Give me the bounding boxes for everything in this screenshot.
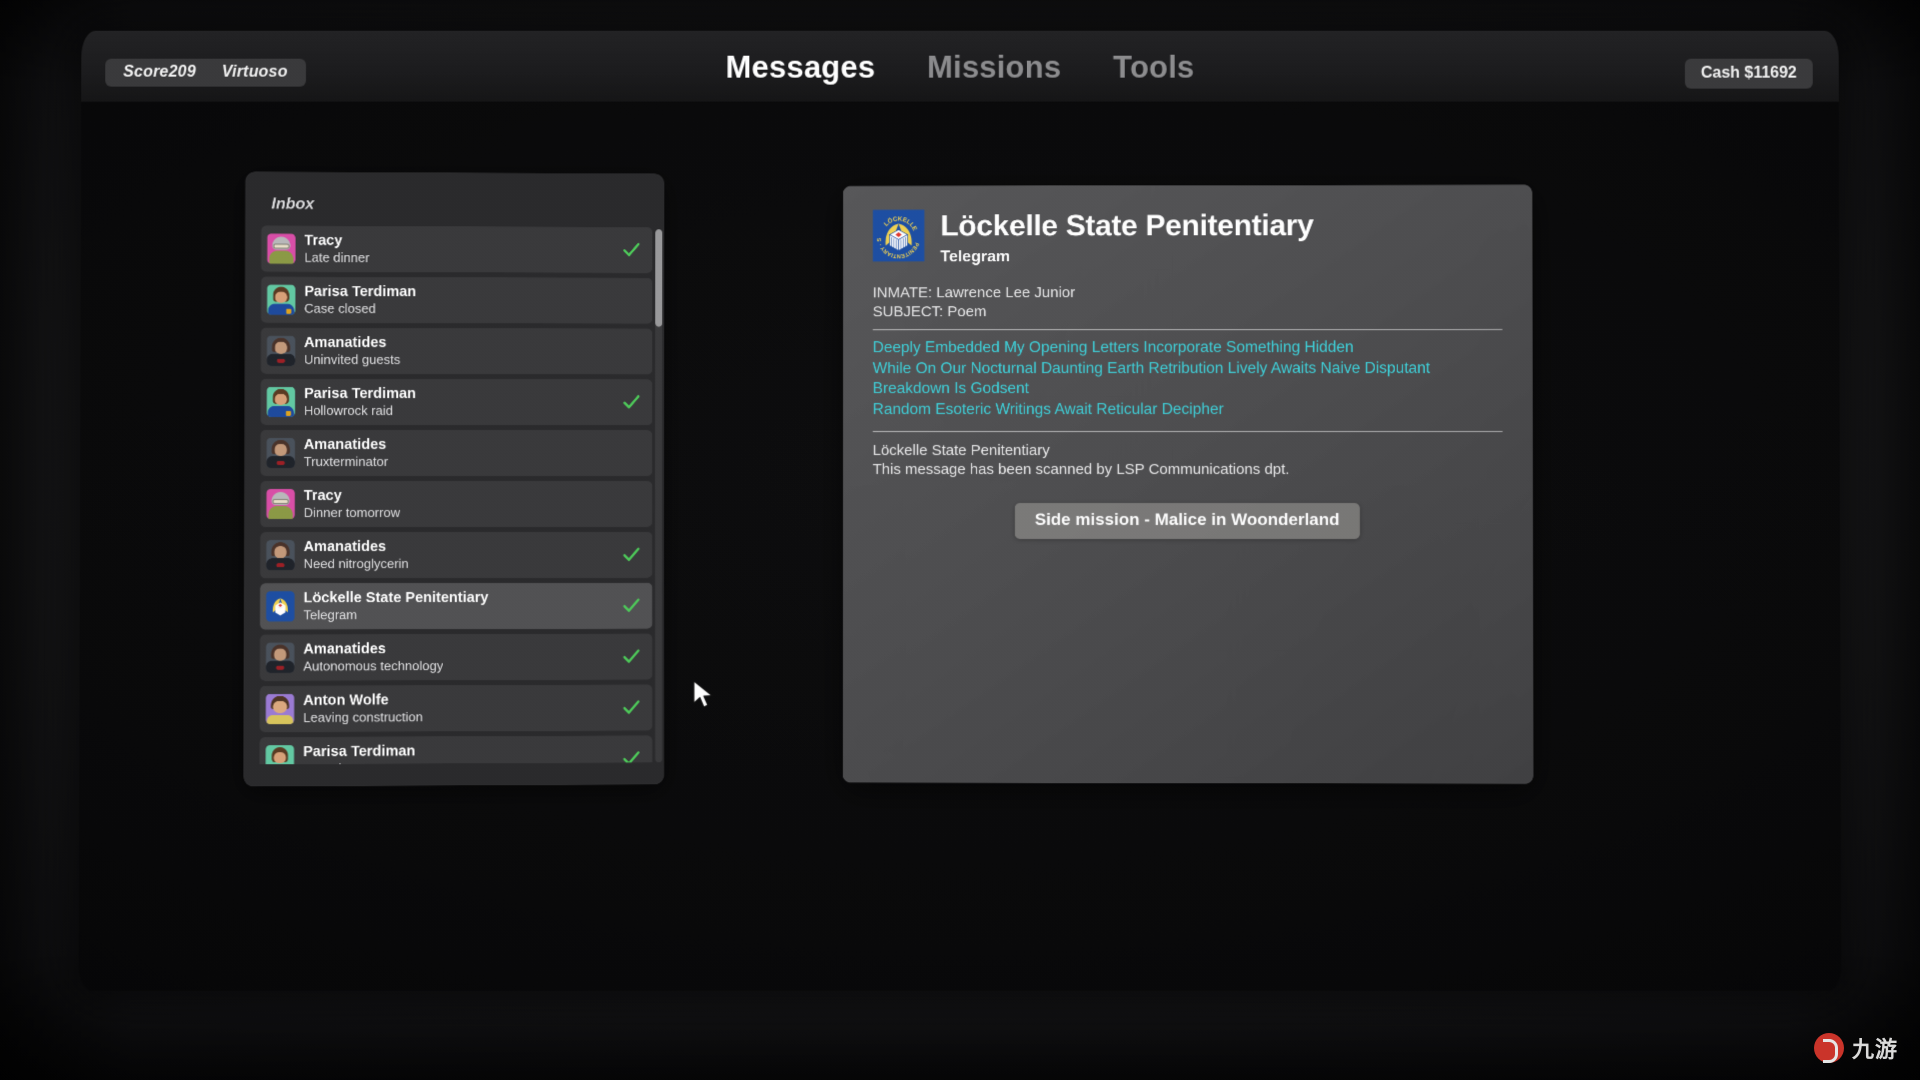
message-sender: Amanatides <box>303 640 386 658</box>
lockelle-penitentiary-logo-icon: LÖCKELLE PENITENTIARY · STATE <box>871 206 925 262</box>
message-kind: Telegram <box>940 248 1011 266</box>
message-text: Amanatides Autonomous technology <box>303 641 443 675</box>
avatar <box>266 540 295 571</box>
avatar <box>266 489 295 520</box>
message-text: Parisa Terdiman Case closed <box>304 283 416 316</box>
tab-tools[interactable]: Tools <box>1113 49 1194 84</box>
message-subject: Need nitroglycerin <box>303 555 409 571</box>
inbox-panel: Inbox Tracy Late dinner Parisa Terdiman Cas… <box>243 171 665 787</box>
message-text: Amanatides Truxterminator <box>304 436 388 469</box>
message-subject: Dinner tomorrow <box>303 504 401 520</box>
message-sender: Löckelle State Penitentiary <box>303 589 489 606</box>
avatar <box>265 745 295 765</box>
subject-line: SUBJECT: Poem <box>872 303 987 321</box>
poem-line: Deeply Embedded My Opening Letters Incor… <box>872 338 1354 357</box>
sender-block: Löckelle State Penitentiary Telegram <box>940 209 1313 266</box>
avatar <box>267 233 296 264</box>
message-list-item[interactable]: Parisa Terdiman Hollowrock raid <box>260 378 653 426</box>
tab-missions[interactable]: Missions <box>927 49 1061 84</box>
message-list-item[interactable]: Tracy Late dinner <box>261 225 653 274</box>
message-list-item[interactable]: Amanatides Autonomous technology <box>259 633 653 681</box>
message-sender: Amanatides <box>303 436 387 453</box>
message-subject: Late dinner <box>304 249 370 265</box>
message-text: Anton Wolfe Leaving construction <box>303 692 423 726</box>
message-sender: Amanatides <box>304 334 387 351</box>
cash-label: Cash $11692 <box>1700 64 1797 82</box>
read-check-icon <box>622 546 640 564</box>
side-mission-button[interactable]: Side mission - Malice in Woonderland <box>1014 502 1360 540</box>
message-sender: Parisa Terdiman <box>303 385 416 402</box>
message-list-item[interactable]: Tracy Dinner tomorrow <box>260 480 653 528</box>
poem-body: Deeply Embedded My Opening Letters Incor… <box>873 338 1507 420</box>
avatar <box>266 386 295 417</box>
avatar <box>265 693 295 725</box>
site-watermark: 九游 <box>1813 1032 1898 1064</box>
message-sender: Amanatides <box>303 538 387 555</box>
message-list: Tracy Late dinner Parisa Terdiman Case clos… <box>259 225 653 765</box>
inbox-scrollbar-thumb[interactable] <box>655 229 663 327</box>
avatar <box>266 591 295 622</box>
lsp-logo-svg: LÖCKELLE PENITENTIARY · STATE <box>871 206 925 262</box>
read-check-icon <box>622 750 641 765</box>
main-nav: Messages Missions Tools <box>81 31 1839 103</box>
tab-messages[interactable]: Messages <box>726 49 876 84</box>
message-sender: Anton Wolfe <box>303 691 389 709</box>
message-list-item[interactable]: Amanatides Uninvited guests <box>260 327 653 375</box>
poem-line: While On Our Nocturnal Daunting Earth Re… <box>872 359 1431 377</box>
message-text: Parisa TerdimanLast piece <box>303 743 415 764</box>
watermark-text: 九游 <box>1851 1037 1898 1062</box>
poem-line: Random Esoteric Writings Await Reticular… <box>872 400 1224 418</box>
message-list-item[interactable]: Löckelle State Penitentiary Telegram <box>260 582 653 630</box>
inbox-title: Inbox <box>271 195 315 213</box>
message-subject: Telegram <box>303 606 358 622</box>
message-sender: Parisa Terdiman <box>303 743 416 760</box>
message-text: Löckelle State Penitentiary Telegram <box>303 589 488 622</box>
message-subject: Uninvited guests <box>304 351 401 367</box>
message-header: LÖCKELLE PENITENTIARY · STATE Löckelle S… <box>871 206 1508 267</box>
message-list-item[interactable]: Parisa Terdiman Case closed <box>260 276 653 324</box>
game-screen: Score209 Virtuoso Messages Missions Tool… <box>78 30 1842 991</box>
message-subject: Last piece <box>303 760 415 764</box>
message-list-item[interactable]: Amanatides Truxterminator <box>260 429 653 477</box>
read-check-icon <box>623 393 641 411</box>
footer-sender: Löckelle State Penitentiary <box>872 442 1050 460</box>
message-sender: Tracy <box>303 487 342 504</box>
inbox-scrollbar-track[interactable] <box>655 229 663 763</box>
message-text: Parisa Terdiman Hollowrock raid <box>304 385 416 418</box>
poem-line: Breakdown Is Godsent <box>872 380 1029 398</box>
message-text: Tracy Dinner tomorrow <box>304 488 400 521</box>
message-subject: Leaving construction <box>303 708 423 725</box>
message-list-item[interactable]: Amanatides Need nitroglycerin <box>260 531 653 579</box>
read-check-icon <box>622 597 640 615</box>
message-text: Amanatides Need nitroglycerin <box>304 539 409 572</box>
message-subject: Autonomous technology <box>303 657 444 674</box>
message-sender: Parisa Terdiman <box>304 283 417 300</box>
avatar <box>266 335 296 366</box>
inmate-line: INMATE: Lawrence Lee Junior <box>872 284 1076 302</box>
message-text: Amanatides Uninvited guests <box>304 334 400 367</box>
message-list-item[interactable]: Anton Wolfe Leaving construction <box>259 684 653 733</box>
message-list-item[interactable]: Parisa TerdimanLast piece <box>259 735 653 765</box>
message-detail-panel: LÖCKELLE PENITENTIARY · STATE Löckelle S… <box>842 184 1534 784</box>
cash-badge: Cash $11692 <box>1684 58 1813 89</box>
read-check-icon <box>623 241 641 259</box>
inbox-scroll-area[interactable]: Tracy Late dinner Parisa Terdiman Case clos… <box>259 225 653 765</box>
read-check-icon <box>622 648 640 666</box>
footer-scan-notice: This message has been scanned by LSP Com… <box>872 460 1290 479</box>
message-text: Tracy Late dinner <box>304 232 369 265</box>
avatar <box>267 284 296 315</box>
avatar <box>266 437 295 468</box>
top-bar: Score209 Virtuoso Messages Missions Tool… <box>81 30 1839 103</box>
read-check-icon <box>622 699 640 717</box>
message-sender: Tracy <box>304 232 343 249</box>
sender-name: Löckelle State Penitentiary <box>940 209 1314 243</box>
message-subject: Case closed <box>304 300 376 316</box>
message-subject: Hollowrock raid <box>303 402 394 418</box>
message-subject: Truxterminator <box>303 453 389 469</box>
divider-top <box>872 328 1503 331</box>
avatar <box>266 642 295 673</box>
watermark-logo-icon <box>1813 1033 1844 1063</box>
divider-bottom <box>872 430 1503 433</box>
